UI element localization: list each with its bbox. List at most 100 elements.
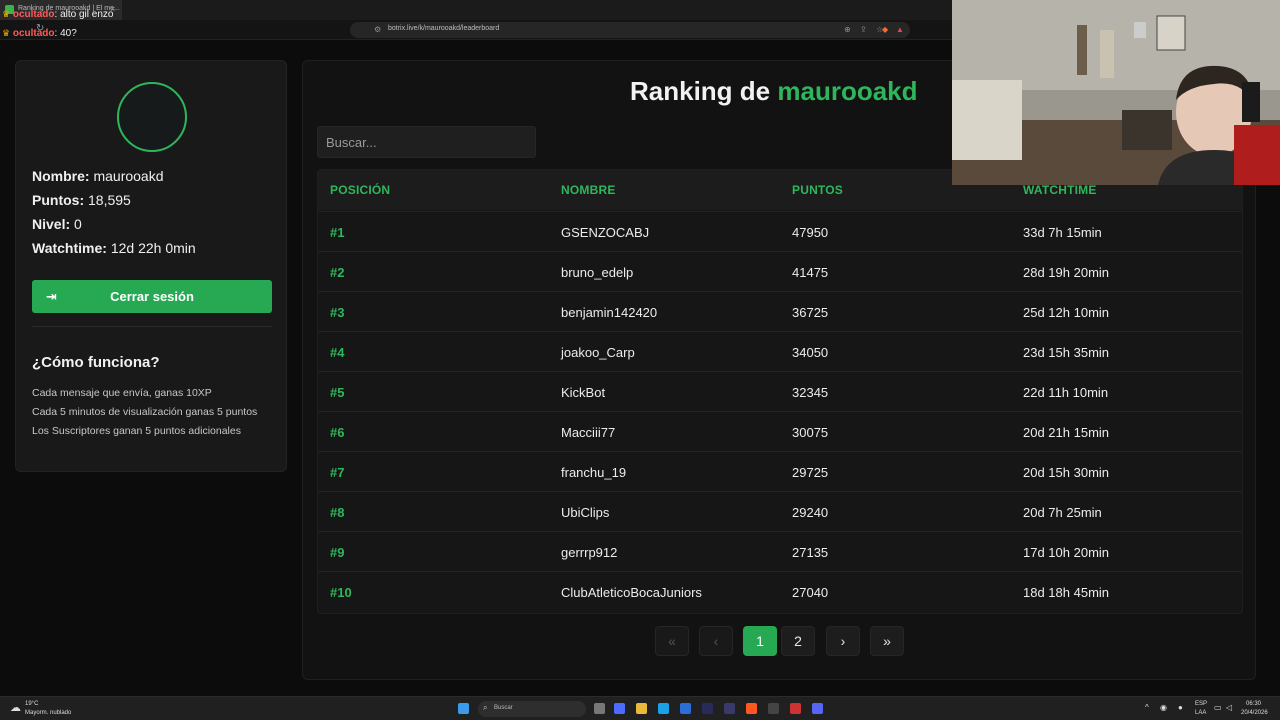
chat-username: ocultado	[12, 28, 55, 39]
clock-date[interactable]: 20/4/2026	[1241, 710, 1268, 716]
taskbar-search[interactable]: ⌕ Buscar	[478, 701, 586, 717]
last-page-button[interactable]: »	[870, 626, 904, 656]
tray-app-icon[interactable]: ◉	[1160, 703, 1167, 712]
sign-out-icon: ⇥	[46, 289, 57, 304]
next-page-button[interactable]: ›	[826, 626, 860, 656]
table-row[interactable]: #1 GSENZOCABJ 47950 33d 7h 15min	[318, 211, 1242, 251]
table-row[interactable]: #6 Macciii77 30075 20d 21h 15min	[318, 411, 1242, 451]
share-icon[interactable]: ⇪	[860, 25, 867, 34]
network-icon[interactable]: ▭	[1214, 703, 1222, 712]
cell-position: #10	[330, 585, 352, 600]
name-value: maurooakd	[93, 168, 164, 184]
app-red-icon[interactable]	[790, 703, 801, 714]
header-name[interactable]: NOMBRE	[561, 183, 616, 197]
cell-name: gerrrp912	[561, 545, 618, 560]
page-1-button[interactable]: 1	[743, 626, 777, 656]
site-info-icon[interactable]: ⚙	[374, 25, 381, 34]
cell-name: joakoo_Carp	[561, 345, 635, 360]
language-top[interactable]: ESP	[1195, 701, 1207, 707]
weather-temp: 19°C	[25, 701, 39, 707]
cell-position: #1	[330, 225, 345, 240]
brave-shield-icon[interactable]: ◆	[882, 25, 888, 34]
cell-points: 30075	[792, 425, 829, 440]
cell-name: benjamin142420	[561, 305, 658, 320]
chat-username: ocultado	[12, 9, 55, 20]
cell-points: 29725	[792, 465, 829, 480]
first-page-button[interactable]: «	[655, 626, 689, 656]
table-row[interactable]: #4 joakoo_Carp 34050 23d 15h 35min	[318, 331, 1242, 371]
start-menu-icon[interactable]	[458, 703, 469, 714]
cell-name: franchu_19	[561, 465, 627, 480]
how-item: Cada 5 minutos de visualización ganas 5 …	[32, 406, 258, 418]
file-explorer-icon[interactable]	[636, 703, 647, 714]
cell-watchtime: 17d 10h 20min	[1023, 545, 1110, 560]
cell-position: #6	[330, 425, 345, 440]
table-row[interactable]: #3 benjamin142420 36725 25d 12h 10min	[318, 291, 1242, 331]
table-row[interactable]: #8 UbiClips 29240 20d 7h 25min	[318, 491, 1242, 531]
brave-icon[interactable]	[746, 703, 757, 714]
search-input[interactable]	[317, 126, 536, 158]
tray-chevron-icon[interactable]: ^	[1145, 703, 1149, 712]
page-2-button[interactable]: 2	[781, 626, 815, 656]
clock-time[interactable]: 06:30	[1246, 701, 1261, 707]
cell-name: bruno_edelp	[561, 265, 634, 280]
obs-icon[interactable]	[768, 703, 779, 714]
cell-points: 32345	[792, 385, 829, 400]
zoom-icon[interactable]: ⊕	[844, 25, 851, 34]
cell-position: #8	[330, 505, 345, 520]
prev-page-button[interactable]: ‹	[699, 626, 733, 656]
header-points[interactable]: PUNTOS	[792, 183, 843, 197]
points-label: Puntos:	[32, 192, 85, 208]
watchtime-label: Watchtime:	[32, 240, 107, 256]
cell-position: #2	[330, 265, 345, 280]
chat-message: ♛ ocultado: alto gil enzo	[2, 9, 113, 20]
widgets-icon[interactable]	[614, 703, 625, 714]
cell-points: 47950	[792, 225, 829, 240]
cell-points: 36725	[792, 305, 829, 320]
cell-points: 41475	[792, 265, 829, 280]
crown-icon: ♛	[2, 28, 11, 38]
page-title: Ranking de maurooakd	[630, 76, 918, 107]
webcam-overlay	[952, 0, 1280, 185]
windows-taskbar: ☁ 19°C Mayorm. nublado ⌕ Buscar ^ ◉ ● ES…	[0, 696, 1280, 720]
points-value: 18,595	[88, 192, 131, 208]
app-mm-icon[interactable]	[724, 703, 735, 714]
chat-text: : 40?	[54, 28, 77, 39]
microphone-icon[interactable]: ●	[1178, 703, 1183, 712]
header-position[interactable]: POSICIÓN	[330, 183, 390, 197]
level-value: 0	[74, 216, 82, 232]
store-icon[interactable]	[680, 703, 691, 714]
volume-icon[interactable]: ◁	[1226, 703, 1232, 712]
discord-icon[interactable]	[812, 703, 823, 714]
table-row[interactable]: #10 ClubAtleticoBocaJuniors 27040 18d 18…	[318, 571, 1242, 611]
address-bar[interactable]: ⚙ botrix.live/k/maurooakd/leaderboard ⊕ …	[350, 22, 910, 38]
table-row[interactable]: #7 franchu_19 29725 20d 15h 30min	[318, 451, 1242, 491]
edge-icon[interactable]	[658, 703, 669, 714]
cell-watchtime: 23d 15h 35min	[1023, 345, 1110, 360]
app-fe-icon[interactable]	[702, 703, 713, 714]
weather-icon[interactable]: ☁	[10, 701, 21, 714]
profile-points: Puntos: 18,595	[32, 192, 131, 208]
search-label: Buscar	[494, 705, 513, 711]
brave-rewards-icon[interactable]: ▲	[896, 25, 904, 34]
logout-button[interactable]: ⇥ Cerrar sesión	[32, 280, 272, 313]
cell-watchtime: 22d 11h 10min	[1023, 385, 1109, 400]
cell-watchtime: 20d 15h 30min	[1023, 465, 1110, 480]
cell-points: 27040	[792, 585, 829, 600]
profile-level: Nivel: 0	[32, 216, 82, 232]
table-row[interactable]: #5 KickBot 32345 22d 11h 10min	[318, 371, 1242, 411]
how-item: Cada mensaje que envía, ganas 10XP	[32, 387, 212, 399]
table-row[interactable]: #2 bruno_edelp 41475 28d 19h 20min	[318, 251, 1242, 291]
header-watchtime[interactable]: WATCHTIME	[1023, 183, 1097, 197]
cell-watchtime: 20d 21h 15min	[1023, 425, 1110, 440]
cell-name: ClubAtleticoBocaJuniors	[561, 585, 702, 600]
chat-message: ♛ ocultado: 40?	[2, 28, 77, 39]
cell-position: #5	[330, 385, 345, 400]
language-bottom[interactable]: LAA	[1195, 710, 1206, 716]
cell-watchtime: 20d 7h 25min	[1023, 505, 1102, 520]
cell-name: KickBot	[561, 385, 606, 400]
table-row[interactable]: #9 gerrrp912 27135 17d 10h 20min	[318, 531, 1242, 571]
leaderboard-table: POSICIÓN NOMBRE PUNTOS WATCHTIME #1 GSEN…	[317, 169, 1243, 614]
cell-points: 27135	[792, 545, 829, 560]
task-view-icon[interactable]	[594, 703, 605, 714]
